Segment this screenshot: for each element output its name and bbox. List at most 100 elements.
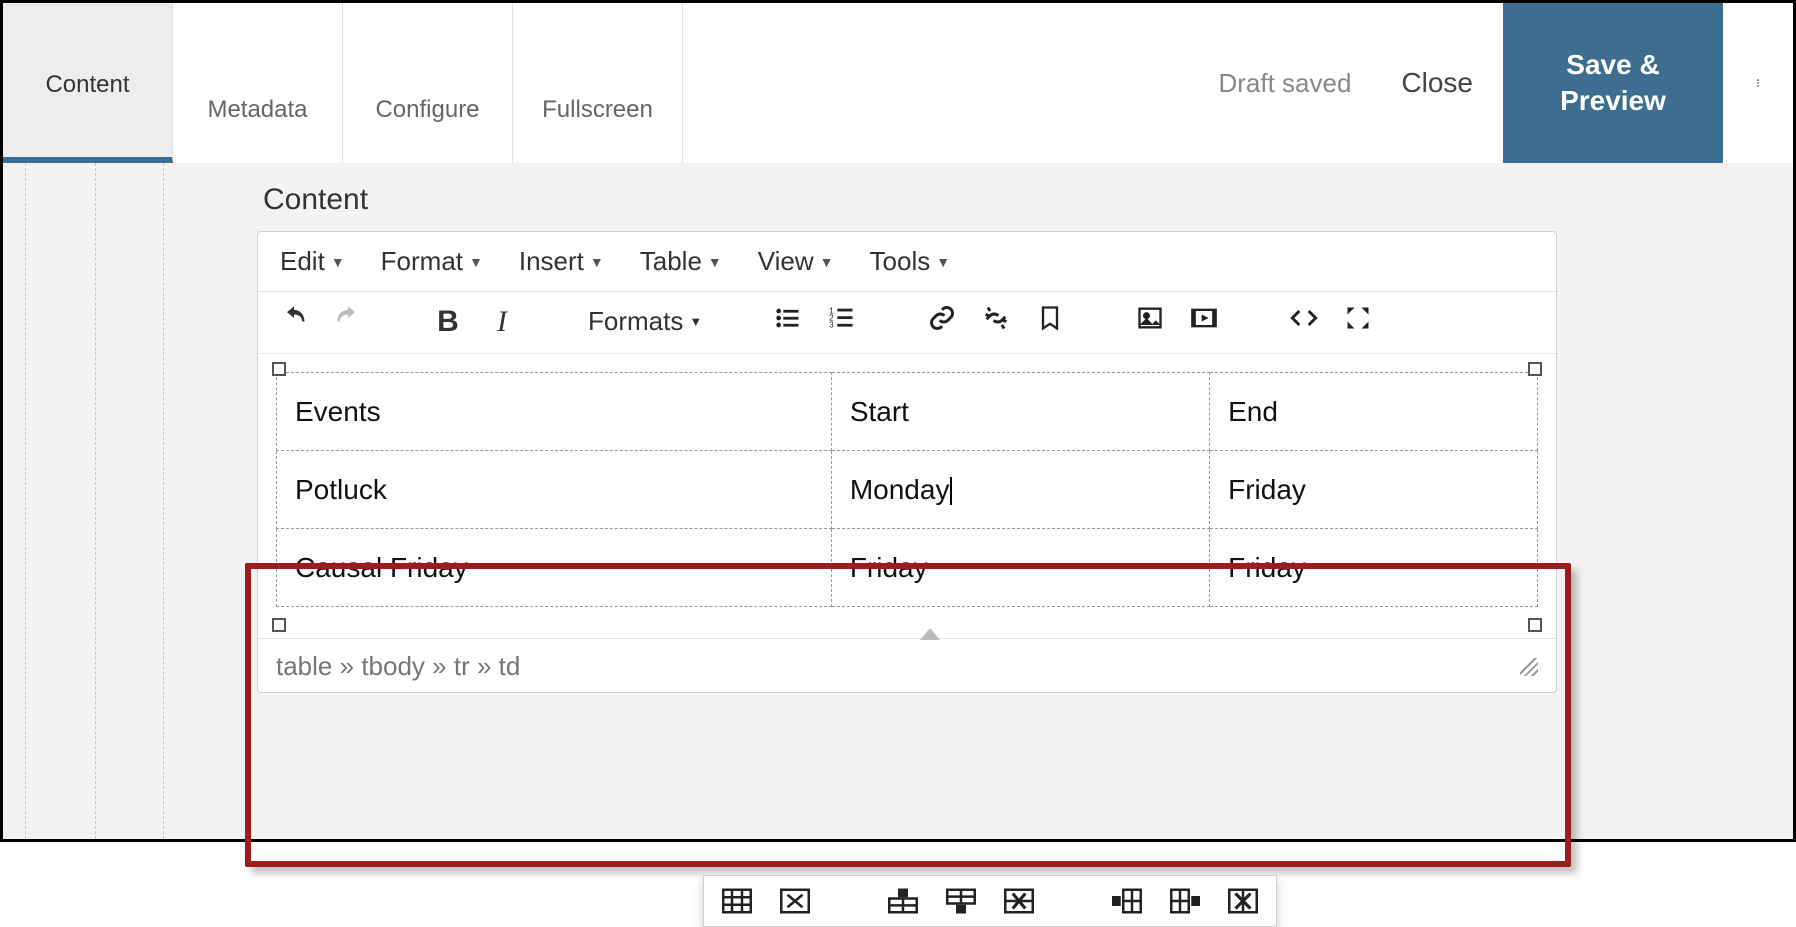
formats-label: Formats: [588, 306, 683, 337]
editor-toolbar: B I Formats ▼ 123: [258, 292, 1556, 354]
cell-text: Friday: [1228, 474, 1306, 505]
gutter-line: [25, 163, 26, 839]
path-sep: »: [425, 651, 454, 681]
element-path-bar: table » tbody » tr » td: [258, 638, 1556, 692]
unlink-button[interactable]: [982, 304, 1010, 339]
selection-handle[interactable]: [1528, 362, 1542, 376]
selection-handle[interactable]: [1528, 618, 1542, 632]
overflow-menu-button[interactable]: [1723, 3, 1793, 163]
save-preview-button[interactable]: Save & Preview: [1503, 3, 1723, 163]
column-indicator-icon: [920, 628, 940, 640]
formats-dropdown[interactable]: Formats ▼: [588, 306, 702, 337]
editor-body: Content Edit▼ Format▼ Insert▼ Table▼ Vie…: [3, 163, 1793, 839]
close-button[interactable]: Close: [1371, 3, 1503, 163]
tab-content[interactable]: Content: [3, 3, 173, 163]
svg-text:3: 3: [829, 320, 834, 329]
delete-column-button[interactable]: [1226, 886, 1260, 916]
tab-fullscreen[interactable]: Fullscreen: [513, 3, 683, 163]
cell-text: End: [1228, 396, 1278, 427]
cell-text: Causal Friday: [295, 552, 468, 583]
table-properties-button[interactable]: [720, 886, 754, 916]
selection-handle[interactable]: [272, 362, 286, 376]
chevron-down-icon: ▼: [820, 254, 834, 270]
insert-row-before-button[interactable]: [886, 886, 920, 916]
italic-button[interactable]: I: [488, 305, 516, 339]
tab-metadata-label: Metadata: [207, 96, 307, 124]
tab-metadata[interactable]: Metadata: [173, 3, 343, 163]
menu-table-label: Table: [640, 246, 702, 277]
resize-grip-icon[interactable]: [1520, 658, 1538, 676]
table-cell[interactable]: Friday: [1210, 451, 1538, 529]
table-cell[interactable]: End: [1210, 373, 1538, 451]
chevron-down-icon: ▼: [708, 254, 722, 270]
path-sep: »: [332, 651, 361, 681]
menu-table[interactable]: Table ▼: [640, 246, 722, 277]
table-row[interactable]: Events Start End: [277, 373, 1538, 451]
content-table[interactable]: Events Start End Potluck Monday Friday C…: [276, 372, 1538, 607]
editor-menubar: Edit▼ Format ▼ Insert ▼ Table ▼ View ▼ Tools…: [258, 232, 1556, 292]
table-cell[interactable]: Potluck: [277, 451, 832, 529]
element-path[interactable]: table » tbody » tr » td: [276, 651, 520, 682]
table-cell[interactable]: Causal Friday: [277, 529, 832, 607]
tab-configure-label: Configure: [375, 96, 479, 124]
image-button[interactable]: [1136, 304, 1164, 339]
table-cell[interactable]: Monday: [831, 451, 1209, 529]
menu-view-label: View: [758, 246, 814, 277]
selection-handle[interactable]: [272, 618, 286, 632]
insert-column-before-button[interactable]: [1110, 886, 1144, 916]
cell-text: Events: [295, 396, 381, 427]
cell-text: Monday: [850, 474, 950, 505]
path-segment[interactable]: tbody: [361, 651, 425, 681]
video-button[interactable]: [1190, 304, 1218, 339]
bold-button[interactable]: B: [434, 305, 462, 339]
tab-content-label: Content: [45, 71, 129, 99]
draft-status: Draft saved: [1198, 3, 1371, 163]
chevron-down-icon: ▼: [469, 254, 483, 270]
table-row[interactable]: Causal Friday Friday Friday: [277, 529, 1538, 607]
cell-text: Friday: [850, 552, 928, 583]
tab-fullscreen-label: Fullscreen: [542, 96, 653, 124]
top-toolbar: Content Metadata Configure Fullscreen Dr…: [3, 3, 1793, 163]
chevron-down-icon: ▼: [936, 254, 950, 270]
path-segment[interactable]: tr: [454, 651, 470, 681]
redo-button[interactable]: [334, 304, 362, 339]
insert-row-after-button[interactable]: [944, 886, 978, 916]
table-cell[interactable]: Start: [831, 373, 1209, 451]
table-cell[interactable]: Events: [277, 373, 832, 451]
menu-tools[interactable]: Tools ▼: [870, 246, 951, 277]
menu-view[interactable]: View ▼: [758, 246, 834, 277]
editor-content-area[interactable]: Events Start End Potluck Monday Friday C…: [258, 354, 1556, 638]
gutter-line: [95, 163, 96, 839]
menu-insert-label: Insert: [519, 246, 584, 277]
menu-format-label: Format: [381, 246, 463, 277]
editor-card: Edit▼ Format ▼ Insert ▼ Table ▼ View ▼ Tools…: [257, 231, 1557, 693]
bullet-list-button[interactable]: [774, 304, 802, 339]
tab-configure[interactable]: Configure: [343, 3, 513, 163]
path-segment[interactable]: td: [499, 651, 521, 681]
menu-insert[interactable]: Insert ▼: [519, 246, 604, 277]
menu-edit[interactable]: Edit▼: [280, 246, 345, 277]
chevron-down-icon: ▼: [590, 254, 604, 270]
table-row[interactable]: Potluck Monday Friday: [277, 451, 1538, 529]
table-cell[interactable]: Friday: [831, 529, 1209, 607]
delete-row-button[interactable]: [1002, 886, 1036, 916]
delete-table-button[interactable]: [778, 886, 812, 916]
text-cursor: [950, 477, 952, 505]
path-sep: »: [470, 651, 499, 681]
expand-button[interactable]: [1344, 304, 1372, 339]
chevron-down-icon: ▼: [331, 254, 345, 270]
link-button[interactable]: [928, 304, 956, 339]
bookmark-button[interactable]: [1036, 304, 1064, 339]
chevron-down-icon: ▼: [689, 314, 702, 329]
cell-text: Potluck: [295, 474, 387, 505]
undo-button[interactable]: [280, 304, 308, 339]
numbered-list-button[interactable]: 123: [828, 304, 856, 339]
gutter-line: [163, 163, 164, 839]
source-code-button[interactable]: [1290, 304, 1318, 339]
table-context-toolbar: [703, 875, 1277, 927]
table-cell[interactable]: Friday: [1210, 529, 1538, 607]
menu-tools-label: Tools: [870, 246, 931, 277]
insert-column-after-button[interactable]: [1168, 886, 1202, 916]
path-segment[interactable]: table: [276, 651, 332, 681]
menu-format[interactable]: Format ▼: [381, 246, 483, 277]
